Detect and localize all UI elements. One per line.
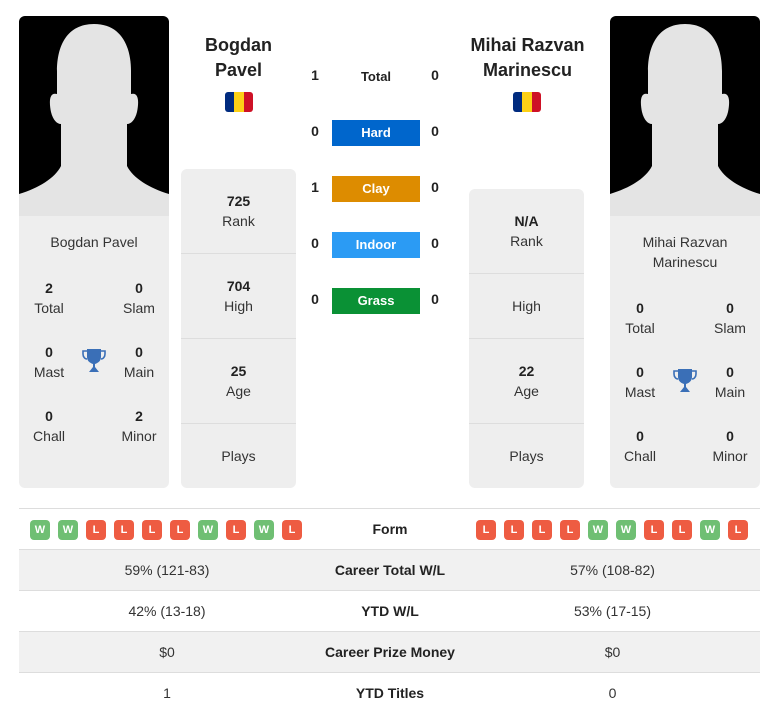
form-badge-win[interactable]: W [588, 520, 608, 540]
h2h-left-count: 0 [311, 123, 319, 139]
table-row: $0 Career Prize Money $0 [19, 631, 760, 672]
silhouette-icon [610, 24, 760, 216]
surface-clay-label[interactable]: Clay [332, 176, 420, 202]
form-badge-win[interactable]: W [198, 520, 218, 540]
surface-grass-label[interactable]: Grass [332, 288, 420, 314]
player1-titles-slam: 0 Slam [123, 280, 155, 316]
trophy-icon [673, 369, 697, 392]
player1-high: 704 High [181, 254, 296, 339]
player2-titles-mast: 0 Mast [624, 364, 656, 400]
form-badge-win[interactable]: W [30, 520, 50, 540]
trophy-icon [82, 349, 106, 372]
player1-value: 1 [163, 685, 171, 701]
player2-value: $0 [604, 644, 621, 660]
h2h-right-count: 0 [431, 291, 439, 307]
player2-card-name: Mihai Razvan Marinescu [642, 234, 728, 270]
player1-card: Bogdan Pavel 2 Total 0 Slam 0 Mast 0 Mai… [19, 16, 169, 488]
form-label: Form [372, 521, 408, 537]
player1-titles-main: 0 Main [123, 344, 155, 380]
h2h-right-count: 0 [431, 235, 439, 251]
player2-form: LLLLWWLLWL [476, 520, 748, 540]
row-label: Career Prize Money [325, 644, 455, 660]
player2-rank: N/A Rank [469, 189, 584, 274]
form-badge-win[interactable]: W [254, 520, 274, 540]
form-badge-loss[interactable]: L [282, 520, 302, 540]
h2h-row-indoor: 0 Indoor 0 [305, 232, 445, 258]
player1-photo[interactable] [19, 16, 169, 216]
player2-romania-flag-icon [513, 92, 541, 112]
form-badge-win[interactable]: W [58, 520, 78, 540]
player2-titles-total: 0 Total [625, 300, 655, 336]
row-label: YTD W/L [361, 603, 419, 619]
player1-titles-mast: 0 Mast [33, 344, 65, 380]
form-badge-loss[interactable]: L [560, 520, 580, 540]
table-row: 59% (121-83) Career Total W/L 57% (108-82) [19, 549, 760, 590]
player2-age: 22 Age [469, 339, 584, 424]
player2-high: High [469, 274, 584, 339]
h2h-left-count: 0 [311, 235, 319, 251]
comparison-table: WWLLLLWLWL Form LLLLWWLLWL 59% (121-83) C… [19, 508, 760, 713]
player1-titles-total: 2 Total [34, 280, 64, 316]
table-row: 42% (13-18) YTD W/L 53% (17-15) [19, 590, 760, 631]
row-label: YTD Titles [355, 685, 425, 701]
player1-form: WWLLLLWLWL [30, 520, 302, 540]
player2-value: 0 [608, 685, 617, 701]
player2-value: 53% (17-15) [573, 603, 652, 619]
form-badge-loss[interactable]: L [86, 520, 106, 540]
h2h-row-hard: 0 Hard 0 [305, 120, 445, 146]
surface-hard-label[interactable]: Hard [332, 120, 420, 146]
h2h-left-count: 0 [311, 291, 319, 307]
player2-titles-slam: 0 Slam [714, 300, 746, 336]
player2-titles-main: 0 Main [714, 364, 746, 400]
table-row: 1 YTD Titles 0 [19, 672, 760, 713]
form-badge-loss[interactable]: L [728, 520, 748, 540]
surface-total-label: Total [360, 69, 392, 84]
form-badge-loss[interactable]: L [114, 520, 134, 540]
player2-titles-minor: 0 Minor [712, 428, 748, 464]
h2h-right-count: 0 [431, 123, 439, 139]
player2-stats: N/A Rank High 22 Age Plays [469, 189, 584, 488]
player2-card: Mihai Razvan Marinescu 0 Total 0 Slam 0 … [610, 16, 760, 488]
form-row: WWLLLLWLWL Form LLLLWWLLWL [19, 508, 760, 549]
player2-name-link[interactable]: Mihai Razvan Marinescu [455, 33, 600, 83]
player1-value: 42% (13-18) [128, 603, 206, 619]
player2-photo[interactable] [610, 16, 760, 216]
player1-value: 59% (121-83) [124, 562, 210, 578]
form-badge-loss[interactable]: L [532, 520, 552, 540]
h2h-left-count: 1 [311, 179, 319, 195]
player1-stats: 725 Rank 704 High 25 Age Plays [181, 169, 296, 488]
player1-name-link[interactable]: Bogdan Pavel [180, 33, 297, 83]
form-badge-loss[interactable]: L [644, 520, 664, 540]
player1-plays: Plays [221, 448, 256, 464]
h2h-row-grass: 0 Grass 0 [305, 288, 445, 314]
form-badge-loss[interactable]: L [170, 520, 190, 540]
h2h-left-count: 1 [311, 67, 319, 83]
form-badge-loss[interactable]: L [476, 520, 496, 540]
h2h-row-clay: 1 Clay 0 [305, 176, 445, 202]
player2-value: 57% (108-82) [570, 562, 655, 578]
surface-indoor-label[interactable]: Indoor [332, 232, 420, 258]
player1-romania-flag-icon [225, 92, 253, 112]
silhouette-icon [19, 24, 169, 216]
player1-value: $0 [159, 644, 175, 660]
player1-card-name: Bogdan Pavel [50, 234, 138, 250]
h2h-right-count: 0 [431, 179, 439, 195]
form-badge-loss[interactable]: L [672, 520, 692, 540]
form-badge-loss[interactable]: L [142, 520, 162, 540]
player2-titles-chall: 0 Chall [624, 428, 656, 464]
h2h-row-total: 1 Total 0 [305, 64, 445, 90]
player1-rank: 725 Rank [181, 169, 296, 254]
player1-titles-chall: 0 Chall [33, 408, 65, 444]
row-label: Career Total W/L [334, 562, 446, 578]
form-badge-win[interactable]: W [616, 520, 636, 540]
player2-plays: Plays [509, 448, 544, 464]
form-badge-loss[interactable]: L [226, 520, 246, 540]
player1-titles-minor: 2 Minor [121, 408, 157, 444]
h2h-right-count: 0 [431, 67, 439, 83]
form-badge-loss[interactable]: L [504, 520, 524, 540]
form-badge-win[interactable]: W [700, 520, 720, 540]
player1-age: 25 Age [181, 339, 296, 424]
